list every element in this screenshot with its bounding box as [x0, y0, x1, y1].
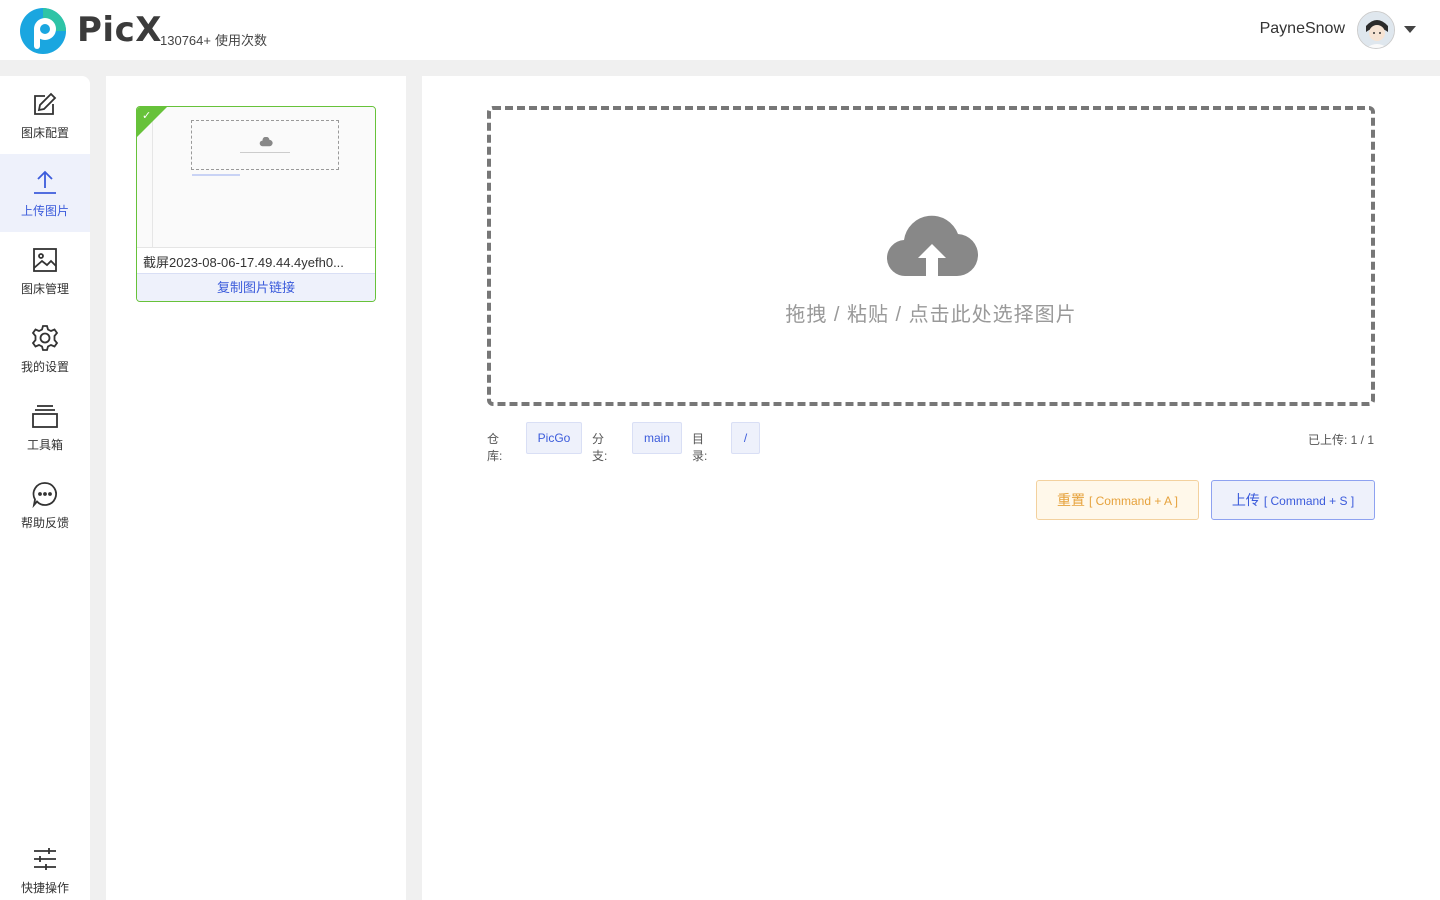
sidebar-item-manage[interactable]: 图床管理	[0, 232, 90, 310]
branch-label: 分支:	[592, 432, 608, 463]
chat-icon	[32, 481, 57, 508]
sliders-icon	[34, 847, 56, 870]
sidebar-item-label: 工具箱	[26, 437, 63, 452]
usage-stat: 130764+ 使用次数	[160, 30, 267, 49]
sidebar-item-upload[interactable]: 上传图片	[0, 154, 90, 232]
file-name: 截屏2023-08-06-17.49.44.4yefh0...	[143, 255, 344, 270]
sidebar: 图床配置 上传图片 图床管理 我的设置 工具箱 帮助反馈 快捷操作	[0, 76, 90, 900]
upload-icon	[34, 170, 56, 194]
sidebar-item-toolbox[interactable]: 工具箱	[0, 388, 90, 466]
dir-tag[interactable]: /	[731, 422, 760, 454]
repo-tag[interactable]: PicGo	[526, 422, 582, 454]
thumbnail-cloud-icon	[259, 137, 273, 147]
sidebar-item-label: 快捷操作	[20, 880, 69, 895]
sidebar-item-config[interactable]: 图床配置	[0, 76, 90, 154]
upload-label: 上传	[1231, 492, 1260, 508]
check-icon: ✓	[142, 110, 152, 122]
upload-shortcut: [ Command + S ]	[1263, 494, 1355, 508]
sidebar-item-label: 我的设置	[20, 359, 69, 374]
sidebar-item-help[interactable]: 帮助反馈	[0, 466, 90, 544]
picx-logo-icon[interactable]	[19, 7, 67, 55]
drop-zone[interactable]: 拖拽 / 粘贴 / 点击此处选择图片	[487, 106, 1375, 406]
edit-icon	[34, 92, 57, 115]
sidebar-item-label: 图床管理	[20, 281, 69, 296]
app-header: PicX 130764+ 使用次数 PayneSnow	[0, 0, 1440, 60]
reset-button[interactable]: 重置[ Command + A ]	[1036, 480, 1199, 520]
sidebar-item-label: 上传图片	[20, 203, 69, 218]
reset-shortcut: [ Command + A ]	[1088, 494, 1179, 508]
gear-icon	[31, 324, 59, 351]
sidebar-item-label: 图床配置	[20, 125, 69, 140]
user-name[interactable]: PayneSnow	[1260, 20, 1345, 38]
usage-count: 130764+	[160, 33, 211, 48]
copy-link-button[interactable]: 复制图片链接	[137, 273, 375, 301]
avatar[interactable]	[1357, 11, 1395, 49]
sidebar-item-label: 帮助反馈	[20, 515, 69, 530]
cloud-upload-icon	[886, 215, 978, 277]
drop-zone-hint: 拖拽 / 粘贴 / 点击此处选择图片	[785, 304, 1077, 326]
branch-tag[interactable]: main	[632, 422, 682, 454]
repo-label: 仓库:	[487, 432, 503, 463]
chevron-down-icon[interactable]	[1404, 26, 1416, 33]
usage-label: 使用次数	[214, 33, 267, 48]
sidebar-item-quick-actions[interactable]: 快捷操作	[0, 831, 90, 900]
upload-list-panel: ✓ 截屏2023-08-06-17.49.44.4yefh0... 复制图片链接	[106, 76, 406, 900]
image-icon	[33, 247, 57, 272]
uploaded-value: 1 / 1	[1350, 433, 1374, 447]
image-thumbnail[interactable]	[137, 107, 375, 248]
upload-button[interactable]: 上传[ Command + S ]	[1211, 480, 1375, 520]
app-name[interactable]: PicX	[77, 10, 162, 50]
uploaded-image-card[interactable]: ✓ 截屏2023-08-06-17.49.44.4yefh0... 复制图片链接	[136, 106, 376, 302]
dir-label: 目录:	[692, 432, 708, 463]
avatar-image	[1358, 12, 1394, 48]
reset-label: 重置	[1056, 492, 1085, 508]
toolbox-icon	[32, 404, 58, 428]
uploaded-count: 已上传: 1 / 1	[1308, 431, 1374, 448]
sidebar-item-settings[interactable]: 我的设置	[0, 310, 90, 388]
uploaded-label: 已上传:	[1307, 433, 1348, 447]
upload-main-panel: 拖拽 / 粘贴 / 点击此处选择图片 仓库: PicGo 分支: main 目录…	[422, 76, 1440, 900]
